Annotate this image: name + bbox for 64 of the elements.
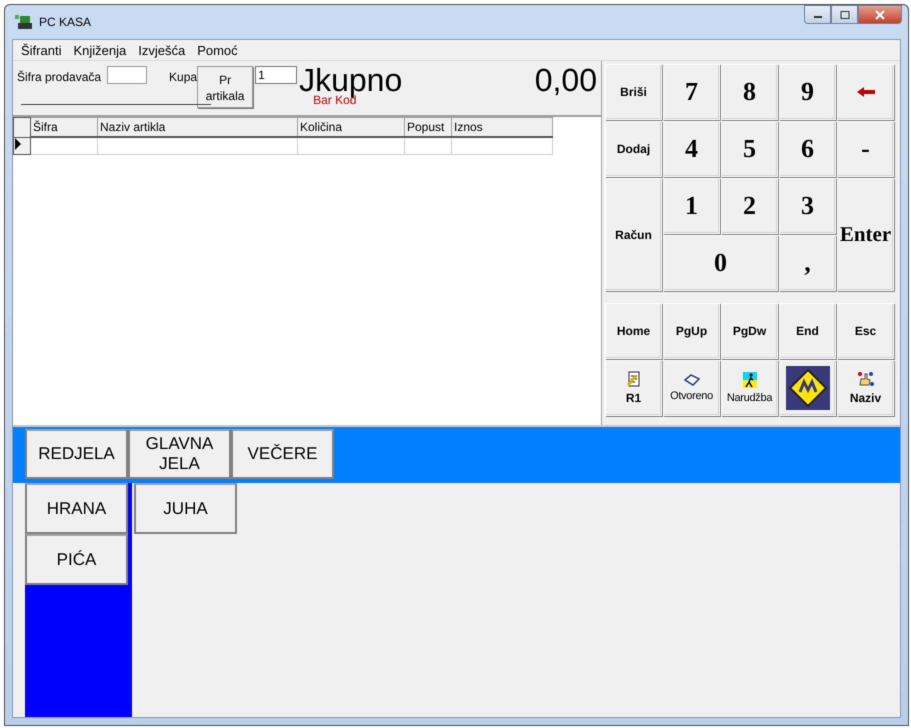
navigation-key[interactable]: Home <box>605 303 662 359</box>
maximize-icon <box>840 10 850 18</box>
minimize-button[interactable] <box>804 5 831 24</box>
total-label: Jkupno <box>299 63 402 97</box>
keypad-key[interactable]: 3 <box>779 178 836 234</box>
function-key[interactable] <box>779 360 836 416</box>
maximize-button[interactable] <box>831 5 858 24</box>
group-button[interactable]: HRANA <box>25 483 128 534</box>
seller-label: Šifra prodavača <box>17 70 102 84</box>
window-title: PC KASA <box>39 15 92 29</box>
function-key[interactable]: Otvoreno <box>663 360 720 416</box>
column-header[interactable]: Naziv artikla <box>98 118 298 137</box>
keypad-key[interactable]: 5 <box>721 121 778 177</box>
item-button[interactable]: JUHA <box>134 483 237 534</box>
navigation-key[interactable]: Esc <box>837 303 894 359</box>
function-key[interactable]: Narudžba <box>721 360 778 416</box>
keypad-key[interactable]: - <box>837 121 894 177</box>
column-header[interactable]: Iznos <box>452 118 552 137</box>
keypad-key[interactable]: Enter <box>837 178 894 291</box>
keypad-key[interactable]: Briši <box>605 64 662 120</box>
category-button[interactable]: VEČERE <box>231 429 334 479</box>
navigation-key[interactable]: PgUp <box>663 303 720 359</box>
keypad-key[interactable]: 2 <box>721 178 778 234</box>
keypad-key[interactable]: 0 <box>663 235 778 291</box>
column-header[interactable]: Popust <box>404 118 452 137</box>
logo-icon <box>786 366 830 410</box>
column-header[interactable]: Količina <box>298 118 404 137</box>
category-button[interactable]: REDJELA <box>25 429 128 479</box>
keypad-key[interactable]: Dodaj <box>605 121 662 177</box>
buyer-label: Kupa <box>169 70 198 84</box>
cash-register-icon <box>15 14 33 30</box>
navigation-key[interactable]: End <box>779 303 836 359</box>
keypad-key[interactable]: 4 <box>663 121 720 177</box>
keypad-key[interactable]: 6 <box>779 121 836 177</box>
keypad-key[interactable]: 9 <box>779 64 836 120</box>
menu-item[interactable]: Knjiženja <box>67 42 132 58</box>
total-amount: 0,00 <box>534 63 597 97</box>
quantity-field[interactable]: 1 <box>255 66 298 84</box>
table-cell <box>404 137 452 154</box>
navigation-key[interactable]: PgDw <box>721 303 778 359</box>
hand-pointer-icon <box>856 371 874 387</box>
menu-item[interactable]: Pomoć <box>191 42 244 58</box>
backspace-key[interactable] <box>837 64 894 120</box>
keypad-key[interactable]: 8 <box>721 64 778 120</box>
left-arrow-icon <box>856 87 874 97</box>
column-header[interactable]: Šifra <box>30 118 98 137</box>
category-button[interactable]: GLAVNA JELA <box>128 429 231 479</box>
keypad-key[interactable]: 1 <box>663 178 720 234</box>
function-key[interactable]: R1 <box>605 360 662 416</box>
keypad-key[interactable]: , <box>779 235 836 291</box>
group-button[interactable]: PIĆA <box>25 534 128 585</box>
document-pen-icon <box>626 371 642 387</box>
keypad-key[interactable]: Račun <box>605 178 662 291</box>
quantity-button[interactable]: Pr artikala <box>197 66 254 108</box>
seller-field[interactable] <box>107 66 148 84</box>
menu-item[interactable]: Izvješća <box>132 42 192 58</box>
book-icon <box>684 374 700 386</box>
close-icon <box>874 10 886 20</box>
walking-person-icon <box>742 372 756 388</box>
function-key[interactable]: Naziv <box>837 360 894 416</box>
close-button[interactable] <box>858 5 902 24</box>
menu-item[interactable]: Šifranti <box>15 42 68 58</box>
keypad-key[interactable]: 7 <box>663 64 720 120</box>
table-cell <box>30 137 98 154</box>
